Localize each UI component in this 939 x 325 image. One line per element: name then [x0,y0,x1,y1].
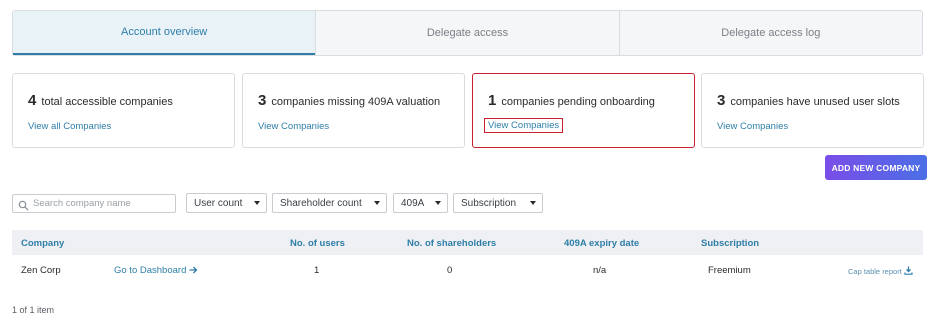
summary-stat: 4 total accessible companies [28,92,173,109]
summary-count: 3 [717,92,726,109]
tab-delegate-access[interactable]: Delegate access [315,11,618,55]
column-header-company[interactable]: Company [21,238,64,249]
tab-bar: Account overview Delegate access Delegat… [12,10,923,56]
search-box [12,194,176,213]
dropdown-label: Subscription [461,197,517,209]
table-header: Company No. of users No. of shareholders… [12,230,923,255]
summary-stat: 1 companies pending onboarding [488,92,655,109]
summary-card-accessible: 4 total accessible companies View all Co… [12,73,235,148]
summary-stat: 3 companies missing 409A valuation [258,92,440,109]
tab-delegate-access-log[interactable]: Delegate access log [618,11,922,55]
view-companies-link[interactable]: View Companies [484,118,564,133]
summary-text: companies missing 409A valuation [271,96,441,108]
download-icon [904,266,913,276]
add-new-company-button[interactable]: ADD NEW COMPANY [825,155,927,180]
summary-card-missing-409a: 3 companies missing 409A valuation View … [242,73,465,148]
summary-card-unused-slots: 3 companies have unused user slots View … [701,73,924,148]
view-companies-link[interactable]: View Companies [717,121,788,132]
subscription-value: Freemium [708,265,751,276]
chevron-down-icon [254,201,260,205]
cap-table-report-link[interactable]: Cap table report [848,266,913,276]
column-header-users[interactable]: No. of users [290,238,345,249]
summary-text: companies pending onboarding [501,96,655,108]
subscription-dropdown[interactable]: Subscription [453,193,543,213]
chevron-down-icon [435,201,441,205]
summary-text: companies have unused user slots [730,96,900,108]
view-all-companies-link[interactable]: View all Companies [28,121,111,132]
chevron-down-icon [530,201,536,205]
tab-account-overview[interactable]: Account overview [13,11,316,55]
search-input[interactable] [33,198,173,209]
user-count-dropdown[interactable]: User count [186,193,267,213]
summary-stat: 3 companies have unused user slots [717,92,900,109]
column-header-subscription[interactable]: Subscription [701,238,759,249]
cap-table-report-label: Cap table report [848,267,902,276]
summary-count: 1 [488,92,497,109]
go-to-dashboard-label: Go to Dashboard [114,265,187,276]
409a-expiry-value: n/a [593,265,607,276]
summary-card-pending-onboarding: 1 companies pending onboarding View Comp… [472,73,695,148]
summary-count: 4 [28,92,37,109]
chevron-down-icon [374,201,380,205]
dropdown-label: 409A [401,197,425,209]
column-header-shareholders[interactable]: No. of shareholders [407,238,496,249]
arrow-right-icon [189,265,198,276]
summary-count: 3 [258,92,267,109]
search-icon [18,198,29,211]
company-name: Zen Corp [21,265,61,276]
shareholder-count-dropdown[interactable]: Shareholder count [272,193,387,213]
dropdown-label: User count [194,197,243,209]
table-row: Zen Corp Go to Dashboard 1 0 n/a Freemiu… [12,257,923,285]
users-count: 1 [314,265,320,276]
pagination-status: 1 of 1 item [12,305,55,315]
shareholders-count: 0 [447,265,453,276]
summary-text: total accessible companies [41,96,173,108]
view-companies-link[interactable]: View Companies [258,121,329,132]
409a-dropdown[interactable]: 409A [393,193,448,213]
go-to-dashboard-link[interactable]: Go to Dashboard [114,265,198,276]
column-header-409a-expiry[interactable]: 409A expiry date [564,238,639,249]
dropdown-label: Shareholder count [280,197,362,209]
